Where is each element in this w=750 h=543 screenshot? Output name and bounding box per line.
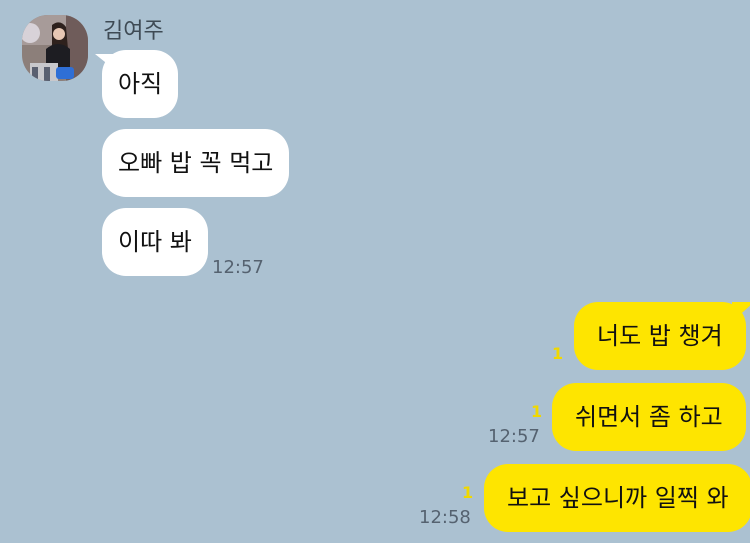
unread-count: 1: [462, 483, 474, 502]
profile-photo-icon: [22, 15, 88, 81]
message-text: 이따 봐: [118, 228, 192, 256]
message-text: 오빠 밥 꼭 먹고: [118, 149, 274, 177]
incoming-message[interactable]: 이따 봐: [102, 208, 208, 276]
incoming-message[interactable]: 아직: [95, 50, 179, 118]
message-timestamp: 12:58: [419, 507, 471, 528]
message-text: 아직: [118, 70, 163, 98]
sender-name: 김여주: [103, 19, 164, 44]
incoming-message[interactable]: 오빠 밥 꼭 먹고: [102, 129, 290, 197]
message-timestamp: 12:57: [212, 257, 264, 278]
message-text: 너도 밥 챙겨: [597, 322, 723, 350]
outgoing-message[interactable]: 쉬면서 좀 하고: [552, 383, 746, 451]
message-text: 보고 싶으니까 일찍 와: [507, 484, 729, 512]
message-text: 쉬면서 좀 하고: [575, 403, 723, 431]
outgoing-message[interactable]: 보고 싶으니까 일찍 와: [484, 464, 750, 532]
unread-count: 1: [552, 344, 564, 363]
sender-avatar[interactable]: [22, 15, 88, 81]
outgoing-message[interactable]: 너도 밥 챙겨: [574, 302, 750, 370]
bubble-tail: [95, 54, 115, 70]
message-timestamp: 12:57: [488, 426, 540, 447]
bubble-tail: [731, 302, 750, 322]
unread-count: 1: [531, 402, 543, 421]
